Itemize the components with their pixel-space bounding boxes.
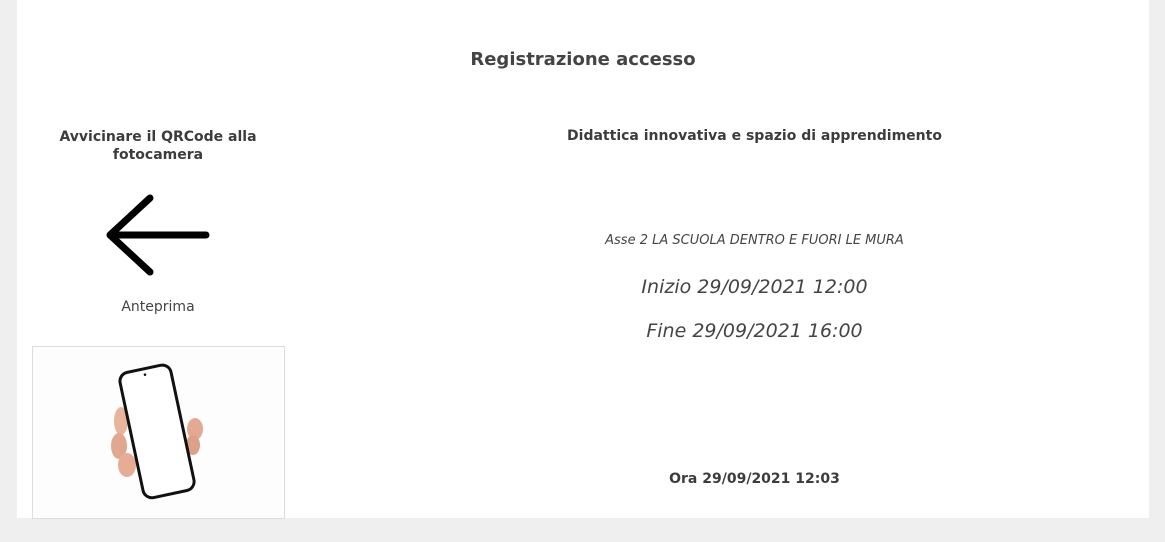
event-end: Fine 29/09/2021 16:00: [646, 320, 863, 342]
hand-phone-icon: [109, 361, 209, 501]
event-start: Inizio 29/09/2021 12:00: [641, 276, 868, 298]
scanner-panel: Avvicinare il QRCode alla fotocamera Ant…: [32, 128, 285, 519]
registration-card: Registrazione accesso Avvicinare il QRCo…: [17, 0, 1149, 519]
scan-instruction: Avvicinare il QRCode alla fotocamera: [59, 129, 257, 163]
event-axis: Asse 2 LA SCUOLA DENTRO E FUORI LE MURA: [605, 233, 904, 248]
camera-preview: [32, 346, 285, 519]
current-time: Ora 29/09/2021 12:03: [669, 471, 840, 487]
preview-label: Anteprima: [121, 299, 195, 315]
page-title: Registrazione accesso: [470, 49, 696, 70]
course-title: Didattica innovativa e spazio di apprend…: [567, 128, 942, 144]
arrow-left-icon: [102, 190, 214, 280]
